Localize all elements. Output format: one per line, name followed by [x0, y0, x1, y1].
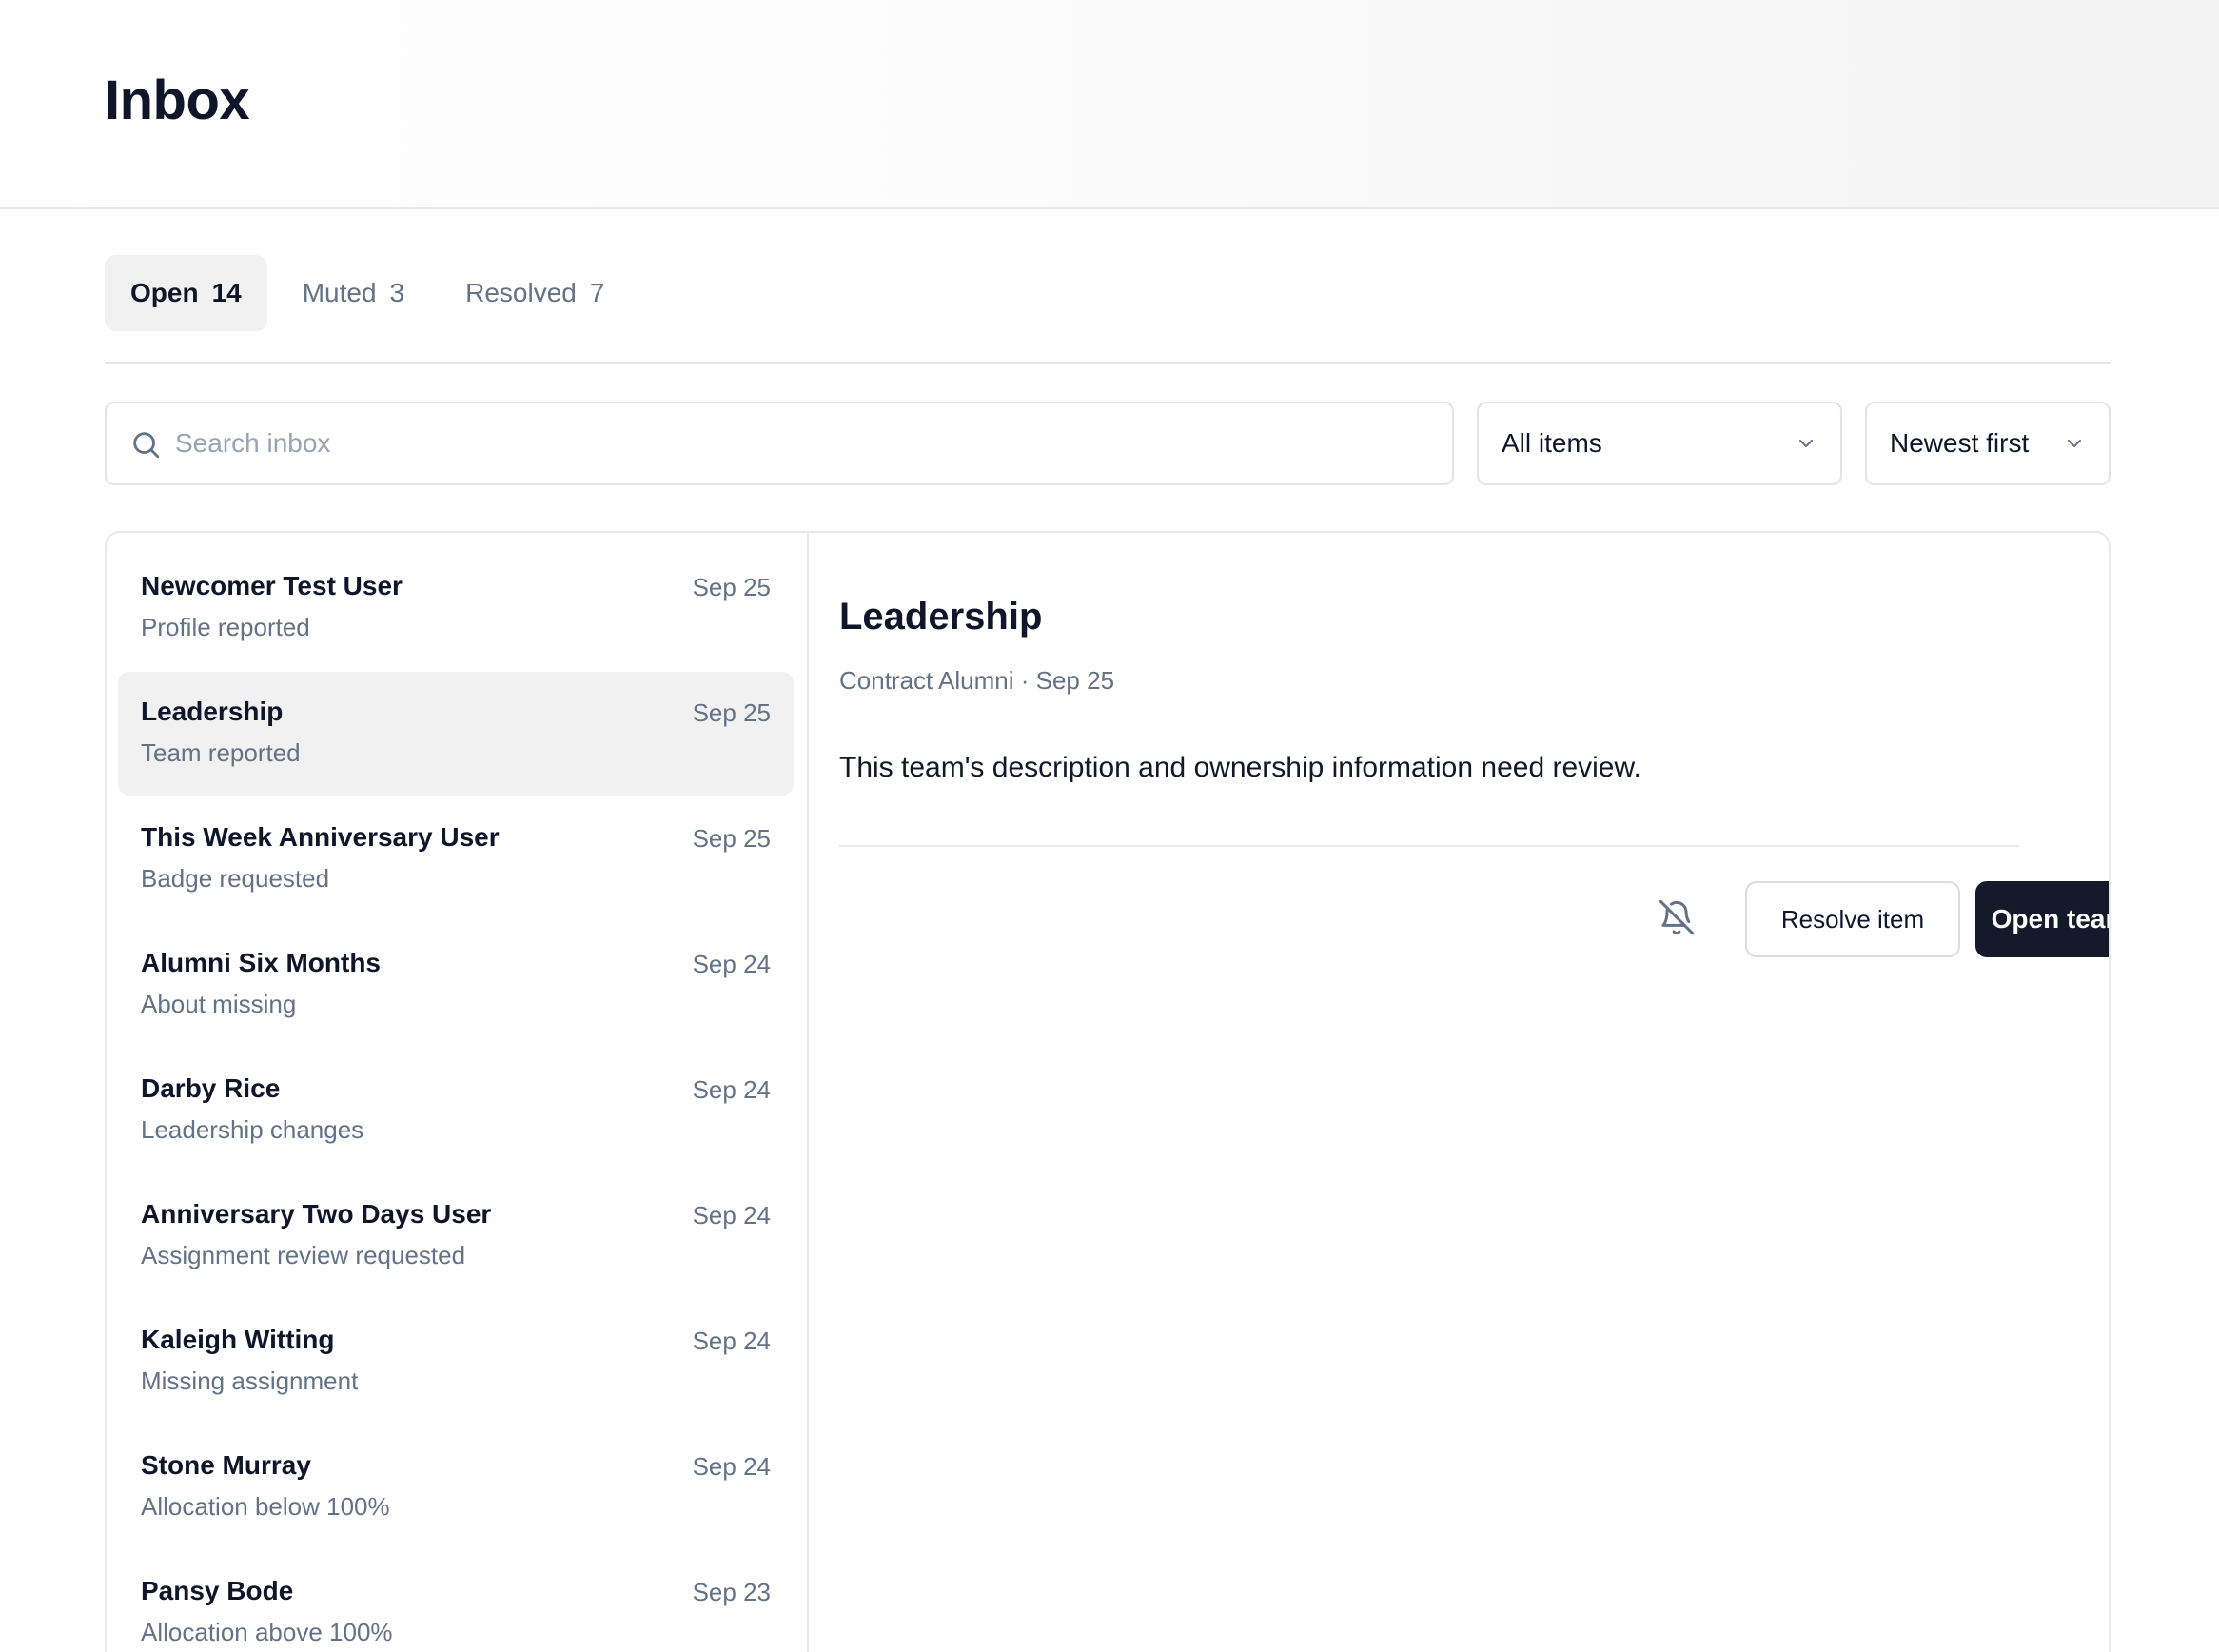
search-box [105, 402, 1454, 485]
search-input[interactable] [175, 403, 1431, 483]
tab-label: Open [130, 278, 199, 307]
items-filter-select[interactable]: All items [1477, 402, 1842, 485]
item-name: Anniversary Two Days User [141, 1199, 492, 1229]
items-filter-value: All items [1502, 428, 1602, 458]
item-name: Alumni Six Months [141, 948, 381, 977]
item-subtitle: Allocation above 100% [141, 1618, 393, 1646]
sort-select[interactable]: Newest first [1865, 402, 2111, 485]
list-item[interactable]: Newcomer Test User Sep 25 Profile report… [118, 546, 794, 670]
item-date: Sep 24 [692, 1327, 771, 1355]
detail-title: Leadership [839, 596, 1043, 638]
page-title: Inbox [105, 69, 250, 131]
tab-label: Resolved [465, 278, 577, 307]
search-icon [133, 432, 160, 459]
bell-off-icon [1659, 899, 1695, 935]
resolve-item-button[interactable]: Resolve item [1745, 881, 1960, 957]
inbox-list: Newcomer Test User Sep 25 Profile report… [107, 533, 809, 1652]
item-subtitle: Missing assignment [141, 1367, 359, 1395]
inbox-tabs: Open 14 Muted 3 Resolved 7 [105, 255, 630, 331]
tab-resolved[interactable]: Resolved 7 [440, 255, 630, 331]
item-date: Sep 24 [692, 1075, 771, 1104]
list-item[interactable]: Alumni Six Months Sep 24 About missing [118, 923, 794, 1047]
detail-divider [839, 845, 2019, 847]
item-subtitle: About missing [141, 990, 297, 1018]
list-item[interactable]: This Week Anniversary User Sep 25 Badge … [118, 797, 794, 921]
item-subtitle: Profile reported [141, 613, 310, 641]
item-name: This Week Anniversary User [141, 822, 500, 852]
mute-button[interactable] [1654, 895, 1699, 940]
item-date: Sep 24 [692, 1452, 771, 1481]
tab-label: Muted [302, 278, 377, 307]
item-subtitle: Badge requested [141, 864, 330, 893]
item-subtitle: Assignment review requested [141, 1241, 466, 1269]
open-team-button[interactable]: Open team [1975, 881, 2109, 957]
detail-body: This team's description and ownership in… [839, 752, 1641, 783]
item-subtitle: Leadership changes [141, 1115, 364, 1144]
tab-count: 7 [589, 278, 605, 307]
item-name: Leadership [141, 697, 284, 726]
item-name: Pansy Bode [141, 1576, 294, 1605]
item-subtitle: Allocation below 100% [141, 1492, 390, 1521]
list-item[interactable]: Pansy Bode Sep 23 Allocation above 100% [118, 1551, 794, 1652]
list-item[interactable]: Darby Rice Sep 24 Leadership changes [118, 1049, 794, 1172]
item-date: Sep 24 [692, 950, 771, 978]
tab-open[interactable]: Open 14 [105, 255, 267, 331]
item-name: Newcomer Test User [141, 571, 403, 600]
item-date: Sep 25 [692, 573, 771, 601]
inbox-panel: Newcomer Test User Sep 25 Profile report… [105, 531, 2111, 1652]
chevron-down-icon [2068, 440, 2081, 447]
item-date: Sep 23 [692, 1578, 771, 1606]
tab-muted[interactable]: Muted 3 [277, 255, 430, 331]
list-item[interactable]: Leadership Sep 25 Team reported [118, 672, 794, 796]
item-subtitle: Team reported [141, 738, 301, 767]
item-name: Kaleigh Witting [141, 1325, 335, 1354]
item-date: Sep 24 [692, 1201, 771, 1229]
list-item[interactable]: Stone Murray Sep 24 Allocation below 100… [118, 1426, 794, 1549]
list-item[interactable]: Anniversary Two Days User Sep 24 Assignm… [118, 1174, 794, 1298]
page-header: Inbox [0, 0, 2219, 209]
list-item[interactable]: Kaleigh Witting Sep 24 Missing assignmen… [118, 1300, 794, 1424]
item-date: Sep 25 [692, 698, 771, 727]
tab-count: 14 [211, 278, 242, 307]
sort-value: Newest first [1890, 428, 2030, 458]
tabs-divider [105, 362, 2111, 364]
item-name: Darby Rice [141, 1073, 281, 1103]
item-date: Sep 25 [692, 824, 771, 853]
chevron-down-icon [1799, 440, 1813, 447]
item-name: Stone Murray [141, 1450, 311, 1480]
tab-count: 3 [389, 278, 405, 307]
detail-pane: Leadership Contract Alumni · Sep 25 This… [839, 533, 2109, 1652]
detail-meta: Contract Alumni · Sep 25 [839, 666, 1115, 695]
